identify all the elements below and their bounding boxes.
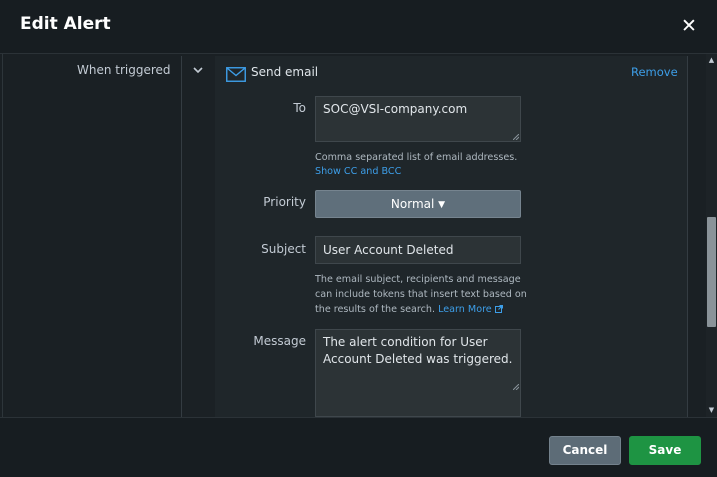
priority-label: Priority: [263, 195, 306, 209]
subject-label: Subject: [261, 242, 306, 256]
resize-handle-icon[interactable]: [513, 134, 519, 140]
subject-help-line1: The email subject, recipients and messag…: [315, 274, 521, 285]
learn-more-label: Learn More: [438, 304, 492, 315]
dialog-header: Edit Alert ✕: [0, 0, 717, 54]
to-field[interactable]: SOC@VSI-company.com: [315, 96, 521, 142]
to-label: To: [293, 101, 306, 115]
resize-handle-icon[interactable]: [513, 384, 519, 390]
action-name: Send email: [251, 65, 319, 79]
external-link-icon: [494, 305, 503, 313]
divider: [2, 54, 3, 417]
chevron-down-icon[interactable]: [192, 64, 204, 76]
priority-select[interactable]: Normal ▼: [315, 190, 521, 218]
when-triggered-label: When triggered: [77, 63, 171, 77]
message-value: The alert condition for User Account Del…: [323, 335, 513, 366]
scroll-down-icon[interactable]: ▼: [706, 405, 717, 415]
cancel-button[interactable]: Cancel: [549, 436, 621, 465]
dialog-title: Edit Alert: [20, 14, 111, 34]
priority-value: Normal: [390, 197, 435, 211]
scroll-up-icon[interactable]: ▲: [706, 55, 717, 65]
save-button[interactable]: Save: [629, 436, 701, 465]
subject-help-text: the results of the search.: [315, 304, 435, 315]
subject-help-line2: can include tokens that insert text base…: [315, 289, 527, 300]
learn-more-link[interactable]: Learn More: [438, 304, 503, 315]
remove-action-link[interactable]: Remove: [631, 65, 678, 79]
close-icon[interactable]: ✕: [679, 15, 699, 37]
message-field[interactable]: The alert condition for User Account Del…: [315, 329, 521, 417]
envelope-icon: [226, 67, 246, 82]
scrollbar-thumb[interactable]: [707, 217, 716, 327]
subject-value: User Account Deleted: [323, 243, 454, 257]
to-value: SOC@VSI-company.com: [323, 102, 468, 116]
message-label: Message: [253, 334, 306, 348]
dialog-body[interactable]: When triggered Send email Remove To SOC@…: [0, 54, 717, 417]
dialog-footer: Cancel Save: [0, 417, 717, 477]
show-cc-bcc-link[interactable]: Show CC and BCC: [315, 164, 401, 179]
caret-down-icon: ▼: [438, 200, 446, 210]
subject-help-line3: the results of the search. Learn More: [315, 302, 503, 317]
subject-field[interactable]: User Account Deleted: [315, 236, 521, 264]
to-help: Comma separated list of email addresses.: [315, 152, 518, 163]
